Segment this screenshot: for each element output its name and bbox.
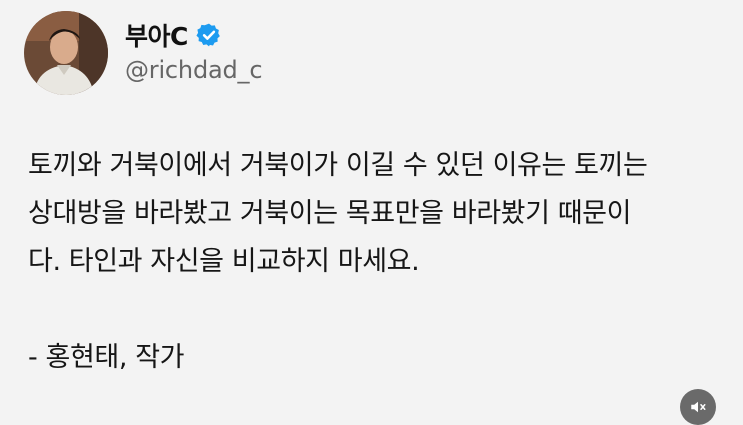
display-name[interactable]: 부아C: [125, 17, 188, 53]
tweet-post: 부아C @richdad_c 토끼와 거북이에서 거북이가 이길 수 있던 이유…: [0, 0, 743, 425]
tweet-text: 토끼와 거북이에서 거북이가 이길 수 있던 이유는 토끼는 상대방을 바라봤고…: [28, 142, 728, 382]
author-name-row: 부아C: [125, 17, 222, 53]
author-handle[interactable]: @richdad_c: [125, 56, 263, 84]
tweet-line: 상대방을 바라봤고 거북이는 목표만을 바라봤기 때문이: [28, 198, 632, 229]
tweet-line: 다. 타인과 자신을 비교하지 마세요.: [28, 246, 420, 277]
verified-badge-icon: [196, 23, 220, 47]
profile-photo-icon: [24, 11, 108, 95]
tweet-line: 토끼와 거북이에서 거북이가 이길 수 있던 이유는 토끼는: [28, 150, 648, 181]
tweet-attribution: - 홍현태, 작가: [28, 342, 185, 373]
speaker-muted-icon: [691, 401, 706, 413]
mute-button[interactable]: [680, 389, 716, 425]
avatar[interactable]: [24, 11, 108, 95]
